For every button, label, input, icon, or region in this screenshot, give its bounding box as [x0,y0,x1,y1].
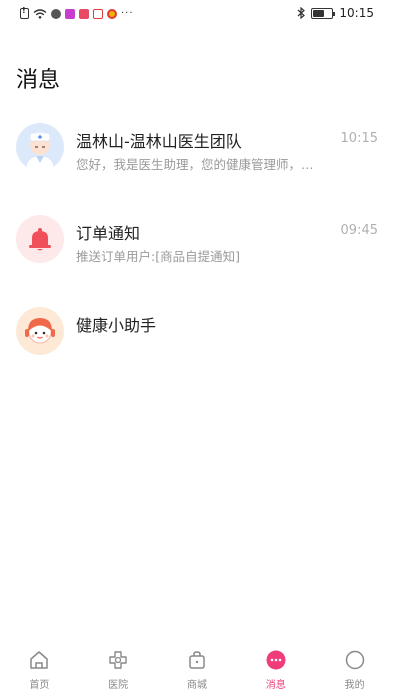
message-sender: 健康小助手 [76,316,157,335]
home-icon [30,651,49,669]
more-notifications-icon: ··· [121,7,134,19]
bell-icon [16,215,64,263]
profile-icon [345,650,364,670]
notification-icons: ··· [20,6,134,19]
clock: 10:15 [339,6,374,20]
message-sender: 订单通知 [76,224,141,243]
message-item-health-assistant[interactable]: 健康小助手 [0,299,394,391]
app-notification-icon [51,8,61,19]
message-time: 10:15 [340,131,378,146]
message-preview: 您好，我是医生助理，您的健康管理师，… [76,157,314,172]
message-list: 温林山-温林山医生团队 您好，我是医生助理，您的健康管理师，… 10:15 订单… [0,115,394,391]
tab-profile[interactable]: 我的 [315,644,394,700]
app-notification-icon [93,8,103,19]
tab-label: 商城 [186,680,207,691]
message-icon [266,650,286,670]
tab-label: 消息 [265,680,286,691]
system-status: 10:15 [297,6,374,20]
tab-home[interactable]: 首页 [0,644,79,700]
bottom-tab-bar: 首页 医院 商城 消息 我的 [0,644,394,700]
message-item-doctor-team[interactable]: 温林山-温林山医生团队 您好，我是医生助理，您的健康管理师，… 10:15 [0,115,394,207]
doctor-avatar-icon [16,123,64,171]
page-title: 消息 [16,68,61,93]
tab-hospital[interactable]: 医院 [79,644,158,700]
weibo-icon [107,8,117,19]
message-item-order-notice[interactable]: 订单通知 推送订单用户:[商品自提通知] 09:45 [0,207,394,299]
tab-messages[interactable]: 消息 [236,644,315,700]
tab-label: 医院 [108,680,129,691]
tab-shop[interactable]: 商城 [158,644,237,700]
alert-icon [20,6,29,19]
message-preview: 推送订单用户:[商品自提通知] [76,249,240,264]
message-time: 09:45 [340,223,378,238]
wifi-icon [33,8,47,19]
bluetooth-icon [298,7,306,19]
assistant-avatar-icon [16,307,64,355]
shop-icon [189,651,205,669]
tab-label: 首页 [29,680,50,691]
battery-icon [311,7,336,19]
tab-label: 我的 [344,680,365,691]
hospital-icon [109,651,127,669]
app-notification-icon [79,8,89,19]
app-notification-icon [65,8,75,19]
message-sender: 温林山-温林山医生团队 [76,132,242,151]
status-bar: ··· 10:15 [0,0,394,30]
